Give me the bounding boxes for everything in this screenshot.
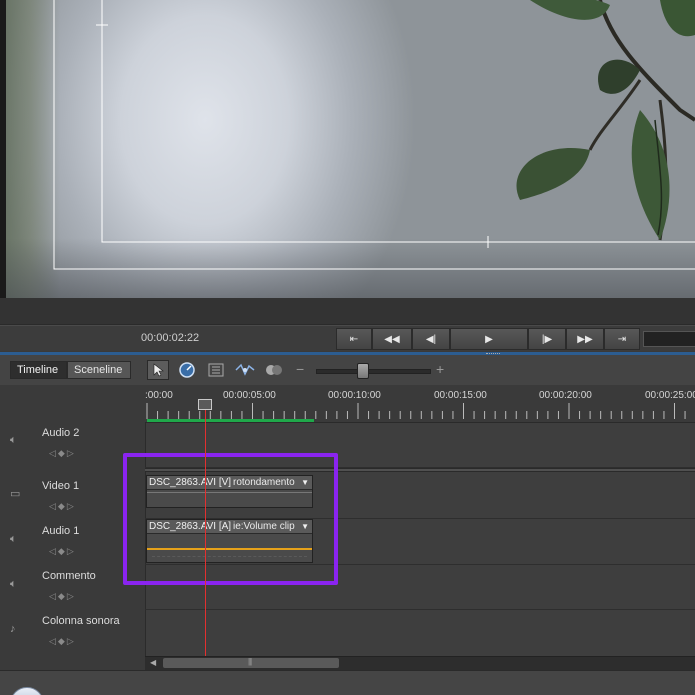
zoom-slider-track[interactable] (316, 369, 431, 374)
fast-forward-icon: ▶▶ (577, 333, 593, 345)
keyframe-nav[interactable]: ◁◆▷ (49, 448, 76, 459)
toggle-button[interactable] (263, 360, 285, 380)
note-icon: ♪ (10, 623, 16, 635)
smart-mix-icon (235, 363, 255, 376)
bottom-bar (0, 670, 695, 695)
playhead-line[interactable] (205, 410, 206, 656)
goto-in-icon: ⇤ (349, 333, 359, 345)
track-name-colonna-sonora[interactable]: Colonna sonora (42, 615, 120, 627)
zoom-out-icon[interactable]: − (296, 361, 304, 377)
fast-forward-button[interactable]: ▶▶ (566, 328, 604, 350)
properties-icon (208, 363, 224, 377)
playhead-handle[interactable] (198, 399, 212, 410)
step-forward-icon: |▶ (541, 333, 553, 345)
keyframe-nav[interactable]: ◁◆▷ (49, 546, 76, 557)
ruler-ticks (146, 403, 686, 419)
track-name-video-1[interactable]: Video 1 (42, 480, 79, 492)
smart-mix-button[interactable] (234, 360, 256, 380)
zoom-in-icon[interactable]: + (436, 361, 444, 377)
track-name-audio-1[interactable]: Audio 1 (42, 525, 79, 537)
selection-tool-icon (153, 363, 164, 377)
current-timecode[interactable]: 00:00:02:22 (141, 332, 199, 344)
goto-in-button[interactable]: ⇤ (336, 328, 372, 350)
speaker-icon: 🔈︎ (10, 434, 17, 446)
scrollbar-grip[interactable]: ||| (248, 657, 252, 666)
tab-sceneline[interactable]: Sceneline (67, 361, 131, 379)
time-stretch-icon (179, 362, 195, 378)
shuttle-slider[interactable] (643, 331, 695, 347)
time-stretch-button[interactable] (176, 360, 198, 380)
tab-timeline[interactable]: Timeline (10, 361, 67, 379)
scroll-left-icon[interactable]: ◀ (150, 658, 156, 667)
work-area-bar[interactable] (147, 419, 314, 422)
rewind-icon: ◀◀ (384, 333, 400, 345)
selection-tool-button[interactable] (147, 360, 169, 380)
keyframe-nav[interactable]: ◁◆▷ (49, 636, 76, 647)
rewind-button[interactable]: ◀◀ (372, 328, 412, 350)
toggle-icon (266, 365, 282, 375)
timeline-toolbar: Timeline Sceneline − + (0, 355, 695, 385)
time-ruler[interactable]: :00:00 00:00:05:00 00:00:10:00 00:00:15:… (145, 385, 695, 423)
step-back-button[interactable]: ◀| (412, 328, 450, 350)
properties-button[interactable] (205, 360, 227, 380)
speaker-icon: 🔈︎ (10, 533, 17, 545)
keyframe-nav[interactable]: ◁◆▷ (49, 501, 76, 512)
goto-out-button[interactable]: ⇥ (604, 328, 640, 350)
preview-gap (0, 298, 695, 325)
preview-overlay (53, 0, 695, 270)
zoom-slider-thumb[interactable] (357, 363, 369, 379)
track-divider (145, 609, 695, 610)
preview-left-border (0, 0, 6, 298)
selection-highlight (123, 453, 338, 585)
film-icon: ▭ (10, 488, 21, 500)
step-forward-button[interactable]: |▶ (528, 328, 566, 350)
play-icon: ▶ (485, 333, 493, 345)
step-back-icon: ◀| (425, 333, 437, 345)
keyframe-nav[interactable]: ◁◆▷ (49, 591, 76, 602)
speaker-icon: 🔈︎ (10, 578, 17, 590)
transport-bar: 00:00:02:22 ⇤ ◀◀ ◀| ▶ |▶ ▶▶ ⇥ (0, 325, 695, 351)
play-button[interactable]: ▶ (450, 328, 528, 350)
track-name-commento[interactable]: Commento (42, 570, 96, 582)
preview-monitor (0, 0, 695, 298)
track-name-audio-2[interactable]: Audio 2 (42, 427, 79, 439)
goto-out-icon: ⇥ (617, 333, 627, 345)
